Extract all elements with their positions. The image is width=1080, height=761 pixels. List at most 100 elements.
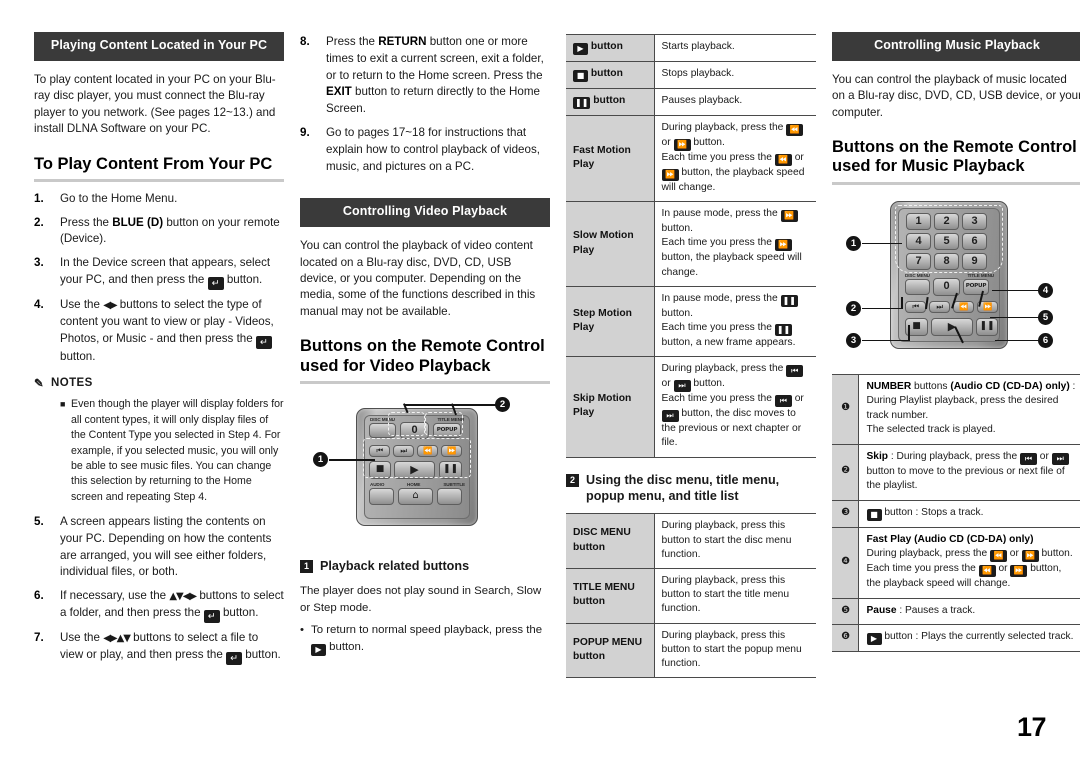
step-number: 8. [300,35,310,48]
table-cell-desc: During playback, press this button to st… [654,622,816,679]
dot-bullet-icon: • [300,624,304,637]
previous-key-icon: ⏮ [774,395,792,408]
stop-key-icon: ■ [573,70,588,82]
step-item: 9. Go to pages 17~18 for instructions th… [300,125,550,175]
list-desc: Fast Play (Audio CD (CD-DA) only) During … [858,526,1080,599]
rewind-button[interactable]: ⏪ [953,300,974,313]
pause-button[interactable]: ❚❚ [976,317,998,336]
section-title-controlling-music: Controlling Music Playback [832,32,1080,61]
pencil-icon: ✎ [34,378,45,391]
column-4: Controlling Music Playback You can contr… [832,32,1080,682]
audio-label: AUDIO [370,481,385,487]
previous-button[interactable]: ⏮ [905,300,926,313]
manual-page: Playing Content Located in Your PC To pl… [0,0,1080,761]
disc-menu-button[interactable] [905,278,930,295]
callout-4-lead [992,289,1040,292]
rewind-key-icon: ⏪ [989,550,1007,563]
table-cell-label: DISC MENU button [566,513,655,569]
callout-1: 1 [313,451,328,467]
table-cell-label: Step Motion Play [566,285,655,358]
step-number: 6. [34,589,44,603]
step-text: Press the RETURN button one or more time… [326,35,544,116]
direction-arrows-icon: ◀▶▲▼ [103,632,131,644]
table-cell-desc: Stops playback. [654,61,816,89]
video-playback-table: ▶ button Starts playback. ■ button Stops… [566,34,816,458]
table-row: ❹ Fast Play (Audio CD (CD-DA) only) Durin… [832,526,1080,599]
table-cell-label: POPUP MENU button [566,622,655,679]
step-number: 4. [34,298,44,312]
popup-button[interactable]: POPUP [963,278,989,295]
enter-key-icon: ↵ [203,609,220,623]
step-text: Use the ◀▶▲▼ buttons to select a file to… [60,630,281,665]
step-number: 1. [34,191,44,205]
table-row: DISC MENU button During playback, press … [566,513,816,569]
fast-forward-key-icon: ⏩ [673,139,691,151]
table-row: ▶ button Starts playback. [566,34,816,62]
callout-badge-5: ❺ [832,597,859,626]
heading-remote-video: Buttons on the Remote Control used for V… [300,337,545,375]
popup-key-group-dash [425,411,463,436]
step-item: 8. Press the RETURN button one or more t… [300,34,550,118]
step-item: 1. Go to the Home Menu. [34,191,284,208]
column-2: 8. Press the RETURN button one or more t… [300,32,550,682]
table-row: ❷ Skip : During playback, press the ⏮ or… [832,443,1080,501]
callout-5: 5 [1038,309,1053,325]
step-number: 2. [34,215,44,229]
audio-button[interactable] [369,487,394,505]
list-desc: NUMBER buttons (Audio CD (CD-DA) only) :… [858,373,1080,445]
table-row: ❶ NUMBER buttons (Audio CD (CD-DA) only)… [832,373,1080,445]
rewind-key-icon: ⏪ [978,565,996,578]
direction-arrows-icon: ▲▼◀▶ [169,591,197,603]
subhead-text: Using the disc menu, title menu, popup m… [586,472,780,503]
home-button[interactable]: ⌂ [398,487,433,505]
disc-menu-label: DISC MENU [905,272,930,278]
callout-2: 2 [495,396,510,412]
subhead-text: Playback related buttons [320,558,470,573]
step-number: 5. [34,514,44,528]
callout-2-tick-a [901,296,903,309]
next-key-icon: ⏭ [1051,452,1069,465]
table-row: ❚❚ button Pauses playback. [566,88,816,116]
note-normal-speed: • To return to normal speed playback, pr… [300,622,550,656]
table-cell-desc: During playback, press this button to st… [654,567,816,624]
callout-badge-6: ❻ [832,624,859,653]
left-right-arrows-icon: ◀▶ [103,300,117,312]
fast-forward-key-icon: ⏩ [1010,565,1028,578]
callout-2-lead [862,307,902,310]
list-desc: ▶ button : Plays the currently selected … [858,624,1080,653]
subhead-disc-menu: 2 Using the disc menu, title menu, popup… [566,472,816,505]
enter-key-icon: ↵ [255,335,272,349]
callout-1: 1 [846,235,861,251]
column-container: Playing Content Located in Your PC To pl… [34,32,1080,682]
fast-forward-key-icon: ⏩ [661,169,679,181]
callout-6-lead [995,339,1040,342]
fast-forward-key-icon: ⏩ [1021,550,1039,563]
table-row: ❺ Pause : Pauses a track. [832,597,1080,626]
callout-2-lead-b [404,403,454,406]
steps-list-col1-cont: 5. A screen appears listing the contents… [34,514,284,665]
step-item: 6. If necessary, use the ▲▼◀▶ buttons to… [34,588,284,623]
next-button[interactable]: ⏭ [929,300,950,313]
step-item: 5. A screen appears listing the contents… [34,514,284,581]
table-row: Skip Motion Play During playback, press … [566,356,816,458]
callout-1-lead [329,458,375,461]
callout-4: 4 [1038,282,1053,298]
step-text: A screen appears listing the contents on… [60,514,272,579]
title-menu-label: TITLE MENU [967,272,994,278]
list-desc: ■ button : Stops a track. [858,499,1080,528]
step-text: Press the BLUE (D) button on your remote… [60,215,280,246]
table-cell-label: Skip Motion Play [566,356,655,458]
table-cell-desc: During playback, press the ⏮ or ⏭ button… [654,356,816,458]
heading-rule [832,181,1080,185]
table-cell-desc: During playback, press this button to st… [654,513,816,569]
subtitle-button[interactable] [437,487,462,505]
callout-badge-2: ❷ [832,443,859,501]
intro-paragraph-music: You can control the playback of music lo… [832,72,1080,119]
table-row: ❻ ▶ button : Plays the currently selecte… [832,624,1080,653]
steps-list-col2: 8. Press the RETURN button one or more t… [300,34,550,175]
callout-2-lead [452,403,497,406]
play-button[interactable]: ▶ [931,317,973,336]
table-row: Slow Motion Play In pause mode, press th… [566,201,816,287]
next-key-icon: ⏭ [673,380,691,393]
